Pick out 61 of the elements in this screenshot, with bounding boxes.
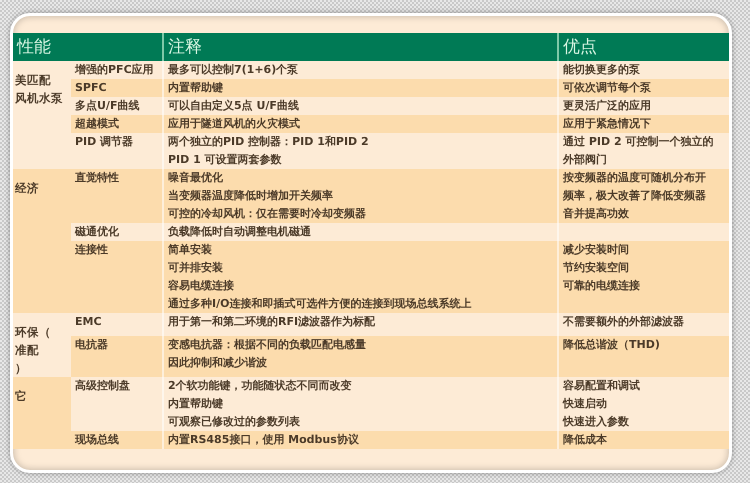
column-header: 优点 (559, 33, 729, 61)
cell-text: 连接性 (75, 242, 109, 258)
cell-text: 可并排安装 (168, 260, 224, 276)
cell-text: PID 调节器 (75, 134, 134, 150)
cell-text: 应用于隧道风机的火灾模式 (168, 116, 301, 132)
cell-text: 可观察已修改过的参数列表 (168, 414, 301, 430)
cell-text: 变感电抗器：根据不同的负载匹配电感量 (168, 337, 367, 353)
group-label: 它 (15, 388, 28, 405)
cell-text: 快速启动 (563, 396, 608, 412)
cell-text: 负载降低时自动调整电机磁通 (168, 224, 312, 240)
cell-text: 音并提高功效 (563, 206, 630, 222)
group-label: 准配 (15, 342, 40, 359)
group-label: 美匹配 (15, 72, 52, 89)
cell-text: 内置帮助键 (168, 80, 224, 96)
cell-text: 超越模式 (75, 116, 120, 132)
cell-text: 当变频器温度降低时增加开关频率 (168, 188, 334, 204)
cell-text: 内置帮助键 (168, 396, 224, 412)
group-label: 经济 (15, 180, 40, 197)
cell-text: 外部阀门 (563, 152, 608, 168)
cell-text: 因此抑制和减少谐波 (168, 355, 268, 371)
cell-text: 能切换更多的泵 (563, 62, 641, 78)
cell-text: 直觉特性 (75, 170, 120, 186)
cell-text: 多点U/F曲线 (75, 98, 140, 114)
group-label: ） (15, 360, 28, 377)
cell-text: 内置RS485接口，使用 Modbus协议 (168, 432, 360, 448)
cell-text: 电抗器 (75, 337, 109, 353)
cell-text: 节约安装空间 (563, 260, 630, 276)
cell-text: 不需要额外的外部滤波器 (563, 314, 685, 330)
cell-text: 快速进入参数 (563, 414, 630, 430)
cell-text: 增强的PFC应用 (75, 62, 155, 78)
column-header: 注释 (164, 33, 559, 61)
cell-text: 减少安装时间 (563, 242, 630, 258)
cell-text: 简单安装 (168, 242, 213, 258)
group-label: 环保（ (15, 324, 52, 341)
column-header: 性能 (13, 33, 164, 61)
cell-text: 应用于紧急情况下 (563, 116, 652, 132)
cell-text: 更灵活广泛的应用 (563, 98, 652, 114)
cell-text: 容易电缆连接 (168, 278, 235, 294)
cell-text: 磁通优化 (75, 224, 120, 240)
cell-text: EMC (75, 314, 103, 330)
cell-text: 按变频器的温度可随机分布开 (563, 170, 707, 186)
cell-text: 噪音最优化 (168, 170, 224, 186)
cell-text: 高级控制盘 (75, 378, 131, 394)
cell-text: 频率，极大改善了降低变频器 (563, 188, 707, 204)
cell-text: 最多可以控制7(1+6)个泵 (168, 62, 300, 78)
cell-text: 现场总线 (75, 432, 120, 448)
cell-text: 通过多种I/O连接和即插式可选件方便的连接到现场总线系统上 (168, 296, 472, 312)
cell-text: PID 1 可设置两套参数 (168, 152, 283, 168)
cell-text: SPFC (75, 80, 108, 96)
cell-text: 可靠的电缆连接 (563, 278, 641, 294)
cell-text: 可依次调节每个泵 (563, 80, 652, 96)
cell-text: 2个软功能键，功能随状态不同而改变 (168, 378, 353, 394)
cell-text: 降低总谐波（THD) (563, 337, 661, 353)
cell-text: 可控的冷却风机：仅在需要时冷却变频器 (168, 206, 367, 222)
cell-text: 容易配置和调试 (563, 378, 641, 394)
cell-text: 两个独立的PID 控制器：PID 1和PID 2 (168, 134, 370, 150)
cell-text: 可以自由定义5点 U/F曲线 (168, 98, 300, 114)
cell-text: 降低成本 (563, 432, 608, 448)
group-label: 风机水泵 (15, 90, 64, 107)
cell-text: 用于第一和第二环境的RFI滤波器作为标配 (168, 314, 376, 330)
cell-text: 通过 PID 2 可控制一个独立的 (563, 134, 714, 150)
